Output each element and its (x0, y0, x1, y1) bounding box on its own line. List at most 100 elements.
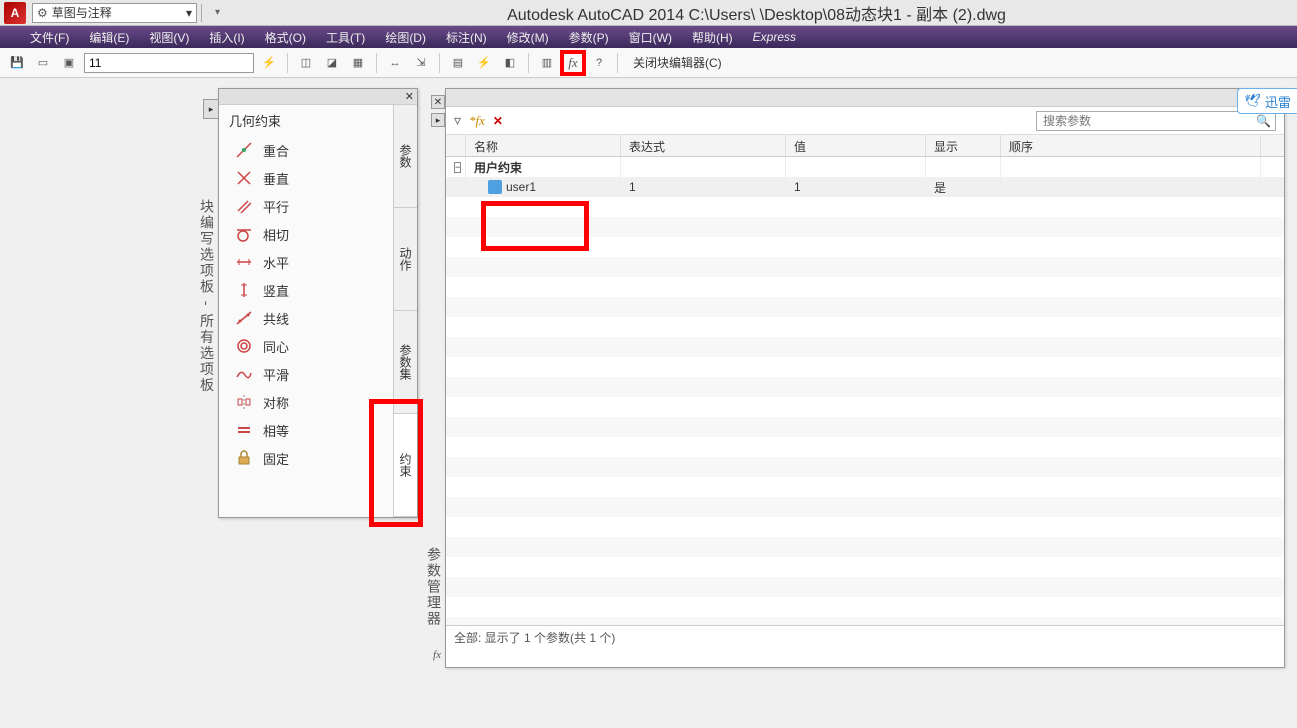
menu-dim[interactable]: 标注(N) (446, 29, 487, 46)
xunlei-label: 迅雷 (1265, 92, 1291, 111)
constraint-label: 平滑 (263, 365, 289, 384)
xunlei-badge[interactable]: 🕊 迅雷 (1237, 88, 1297, 114)
params-toolbar: ▿ *fx ✕ 🔍 (446, 107, 1284, 135)
table-body: − 用户约束 user1 1 1 是 (446, 157, 1284, 625)
constraint-label: 竖直 (263, 281, 289, 300)
menu-tools[interactable]: 工具(T) (326, 29, 365, 46)
gear-icon: ⚙ (37, 6, 48, 20)
save-block-icon[interactable]: 💾 (6, 52, 28, 74)
drawing-area[interactable]: 块编写选项板 - 所有选项板 ▸ ✕ 几何约束 重合 垂直 平行 (0, 78, 1297, 728)
menu-express[interactable]: Express (753, 30, 796, 44)
separator (287, 53, 288, 73)
constraint-label: 垂直 (263, 169, 289, 188)
menu-modify[interactable]: 修改(M) (507, 29, 549, 46)
menu-param[interactable]: 参数(P) (569, 29, 609, 46)
aligned-icon[interactable]: ⇲ (410, 52, 432, 74)
close-block-editor-button[interactable]: 关闭块编辑器(C) (633, 54, 722, 71)
block-name-input[interactable] (84, 53, 254, 73)
horizontal-icon (235, 253, 253, 271)
collinear-icon (235, 309, 253, 327)
delete-icon[interactable]: ✕ (493, 114, 503, 128)
constraint-smooth[interactable]: 平滑 (225, 360, 387, 388)
param-show-cell[interactable]: 是 (926, 177, 1001, 197)
table-header: 名称 表达式 值 显示 顺序 (446, 135, 1284, 157)
window-title: Autodesk AutoCAD 2014 C:\Users\ \Desktop… (220, 1, 1293, 25)
constraint-vertical[interactable]: 竖直 (225, 276, 387, 304)
search-field[interactable] (1041, 113, 1256, 129)
palette-title: 块编写选项板 - 所有选项板 (197, 199, 217, 393)
menu-insert[interactable]: 插入(I) (209, 29, 244, 46)
fx-parameters-manager-icon[interactable]: fx (562, 52, 584, 74)
tab-params[interactable]: 参数 (394, 105, 417, 208)
col-show[interactable]: 显示 (926, 135, 1001, 156)
tab-actions[interactable]: 动作 (394, 208, 417, 311)
col-order[interactable]: 顺序 (1001, 135, 1261, 156)
params-titlebar (446, 89, 1284, 107)
search-icon[interactable]: 🔍 (1256, 114, 1271, 128)
param-expr-cell[interactable]: 1 (621, 177, 786, 197)
tab-constraints[interactable]: 约束 (394, 414, 417, 517)
attribute-icon[interactable]: ⚡ (473, 52, 495, 74)
constraint-bar-icon[interactable]: ▦ (347, 52, 369, 74)
menu-edit[interactable]: 编辑(E) (89, 29, 129, 46)
palette-handle-icon[interactable]: ▸ (203, 99, 219, 119)
collapse-icon[interactable]: ▸ (431, 113, 445, 127)
constraint-label: 同心 (263, 337, 289, 356)
constraint-label: 重合 (263, 141, 289, 160)
linear-icon[interactable]: ↔ (384, 52, 406, 74)
open-block-icon[interactable]: ▭ (32, 52, 54, 74)
help-icon[interactable]: ? (588, 52, 610, 74)
param-name-cell[interactable]: user1 (466, 177, 621, 197)
group-row[interactable]: − 用户约束 (446, 157, 1284, 177)
parameters-icon[interactable]: ▥ (536, 52, 558, 74)
constraint-collinear[interactable]: 共线 (225, 304, 387, 332)
param-order-cell[interactable] (1001, 177, 1261, 197)
menubar: 文件(F) 编辑(E) 视图(V) 插入(I) 格式(O) 工具(T) 绘图(D… (0, 26, 1297, 48)
menu-window[interactable]: 窗口(W) (629, 29, 672, 46)
constraint-perpendicular[interactable]: 垂直 (225, 164, 387, 192)
workspace-selector[interactable]: ⚙ 草图与注释 ▾ (32, 3, 197, 23)
test-block-icon[interactable]: ▣ (58, 52, 80, 74)
close-icon[interactable]: ✕ (431, 95, 445, 109)
constraint-parallel[interactable]: 平行 (225, 192, 387, 220)
col-value[interactable]: 值 (786, 135, 926, 156)
param-value-cell[interactable]: 1 (786, 177, 926, 197)
menu-draw[interactable]: 绘图(D) (385, 29, 426, 46)
constraint-section-header: 几何约束 (225, 111, 387, 130)
col-name[interactable]: 名称 (466, 135, 621, 156)
tab-paramsets[interactable]: 参数集 (394, 311, 417, 414)
show-all-icon[interactable]: ◫ (295, 52, 317, 74)
collapse-toggle-icon[interactable]: − (454, 162, 461, 173)
constraint-tangent[interactable]: 相切 (225, 220, 387, 248)
new-param-fx-icon[interactable]: *fx (469, 113, 485, 129)
menu-format[interactable]: 格式(O) (265, 29, 306, 46)
col-expr[interactable]: 表达式 (621, 135, 786, 156)
table-row[interactable]: user1 1 1 是 (446, 177, 1284, 197)
chevron-down-icon: ▾ (186, 6, 192, 20)
close-icon[interactable]: ✕ (405, 90, 414, 103)
menu-view[interactable]: 视图(V) (149, 29, 189, 46)
block-table-icon[interactable]: ▤ (447, 52, 469, 74)
menu-file[interactable]: 文件(F) (30, 29, 69, 46)
auto-constrain-icon[interactable]: ⚡ (258, 52, 280, 74)
authoring-icon[interactable]: ◧ (499, 52, 521, 74)
constraint-coincident[interactable]: 重合 (225, 136, 387, 164)
hide-all-icon[interactable]: ◪ (321, 52, 343, 74)
constraint-fix[interactable]: 固定 (225, 444, 387, 472)
app-logo[interactable]: A (4, 2, 26, 24)
constraint-concentric[interactable]: 同心 (225, 332, 387, 360)
block-editor-toolbar: 💾 ▭ ▣ ⚡ ◫ ◪ ▦ ↔ ⇲ ▤ ⚡ ◧ ▥ fx ? 关闭块编辑器(C) (0, 48, 1297, 78)
constraint-horizontal[interactable]: 水平 (225, 248, 387, 276)
params-footer: 全部: 显示了 1 个参数(共 1 个) (446, 625, 1284, 649)
parameters-manager-panel: 参数管理器 ✕ ▸ fx ▿ *fx ✕ 🔍 名称 表达式 值 显示 顺序 (445, 88, 1285, 668)
constraint-symmetric[interactable]: 对称 (225, 388, 387, 416)
constraint-equal[interactable]: 相等 (225, 416, 387, 444)
menu-help[interactable]: 帮助(H) (692, 29, 733, 46)
fx-icon: fx (430, 649, 444, 663)
titlebar: A ⚙ 草图与注释 ▾ ▾ Autodesk AutoCAD 2014 C:\U… (0, 0, 1297, 26)
separator (439, 53, 440, 73)
filter-icon[interactable]: ▿ (454, 112, 461, 129)
tangent-icon (235, 225, 253, 243)
bird-icon: 🕊 (1244, 93, 1261, 109)
separator (617, 53, 618, 73)
